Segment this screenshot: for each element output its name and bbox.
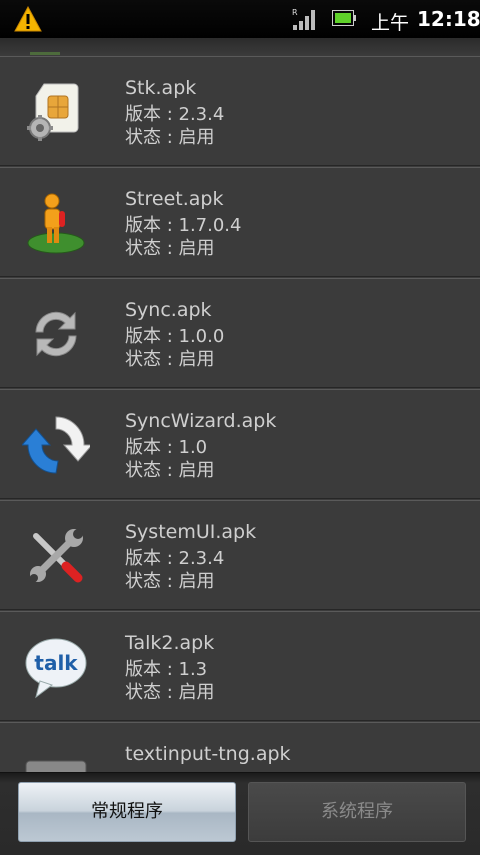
app-name: textinput-tng.apk bbox=[125, 743, 291, 765]
app-state: 状态 : 启用 bbox=[125, 127, 215, 148]
list-top-sliver bbox=[30, 52, 60, 55]
svg-text:R: R bbox=[292, 8, 298, 17]
list-item[interactable]: Street.apk 版本 : 1.7.0.4 状态 : 启用 bbox=[0, 167, 480, 277]
street-view-pegman-icon bbox=[27, 193, 85, 254]
app-state: 状态 : 启用 bbox=[125, 682, 215, 703]
list-item[interactable]: talk Talk2.apk 版本 : 1.3 状态 : 启用 bbox=[0, 611, 480, 721]
sync-wizard-icon bbox=[22, 416, 90, 474]
clock-time: 12:18 bbox=[417, 7, 480, 31]
system-apps-button[interactable]: 系统程序 bbox=[248, 782, 466, 842]
app-name: Street.apk bbox=[125, 188, 224, 210]
list-item[interactable]: SyncWizard.apk 版本 : 1.0 状态 : 启用 bbox=[0, 389, 480, 499]
app-state: 状态 : 启用 bbox=[125, 238, 215, 259]
svg-text:talk: talk bbox=[34, 651, 78, 675]
status-bar: R 上午 12:18 bbox=[0, 0, 480, 38]
app-state: 状态 : 启用 bbox=[125, 460, 215, 481]
talk-bubble-icon: talk bbox=[25, 638, 87, 699]
list-top-edge bbox=[0, 38, 480, 56]
clock-period: 上午 bbox=[371, 12, 410, 34]
list-item[interactable]: SystemUI.apk 版本 : 2.3.4 状态 : 启用 bbox=[0, 500, 480, 610]
app-name: Talk2.apk bbox=[125, 632, 215, 654]
keyboard-icon bbox=[25, 760, 87, 772]
warning-icon bbox=[14, 6, 42, 32]
bottom-bar: 常规程序 系统程序 bbox=[0, 772, 480, 855]
signal-roaming-icon: R bbox=[292, 8, 315, 30]
sim-card-gear-icon bbox=[27, 83, 79, 141]
regular-apps-button[interactable]: 常规程序 bbox=[18, 782, 236, 842]
wrench-screwdriver-icon bbox=[30, 529, 83, 583]
app-name: Stk.apk bbox=[125, 77, 197, 99]
battery-icon bbox=[332, 10, 356, 26]
list-item[interactable]: Sync.apk 版本 : 1.0.0 状态 : 启用 bbox=[0, 278, 480, 388]
app-name: SystemUI.apk bbox=[125, 521, 257, 543]
app-name: Sync.apk bbox=[125, 299, 212, 321]
app-state: 状态 : 启用 bbox=[125, 349, 215, 370]
app-state: 状态 : 启用 bbox=[125, 571, 215, 592]
app-list[interactable]: Stk.apk 版本 : 2.3.4 状态 : 启用 Street.apk 版本… bbox=[0, 38, 480, 772]
sync-arrows-icon bbox=[35, 311, 77, 357]
app-name: SyncWizard.apk bbox=[125, 410, 277, 432]
list-item[interactable]: Stk.apk 版本 : 2.3.4 状态 : 启用 bbox=[0, 56, 480, 166]
list-item[interactable]: textinput-tng.apk bbox=[0, 722, 480, 772]
